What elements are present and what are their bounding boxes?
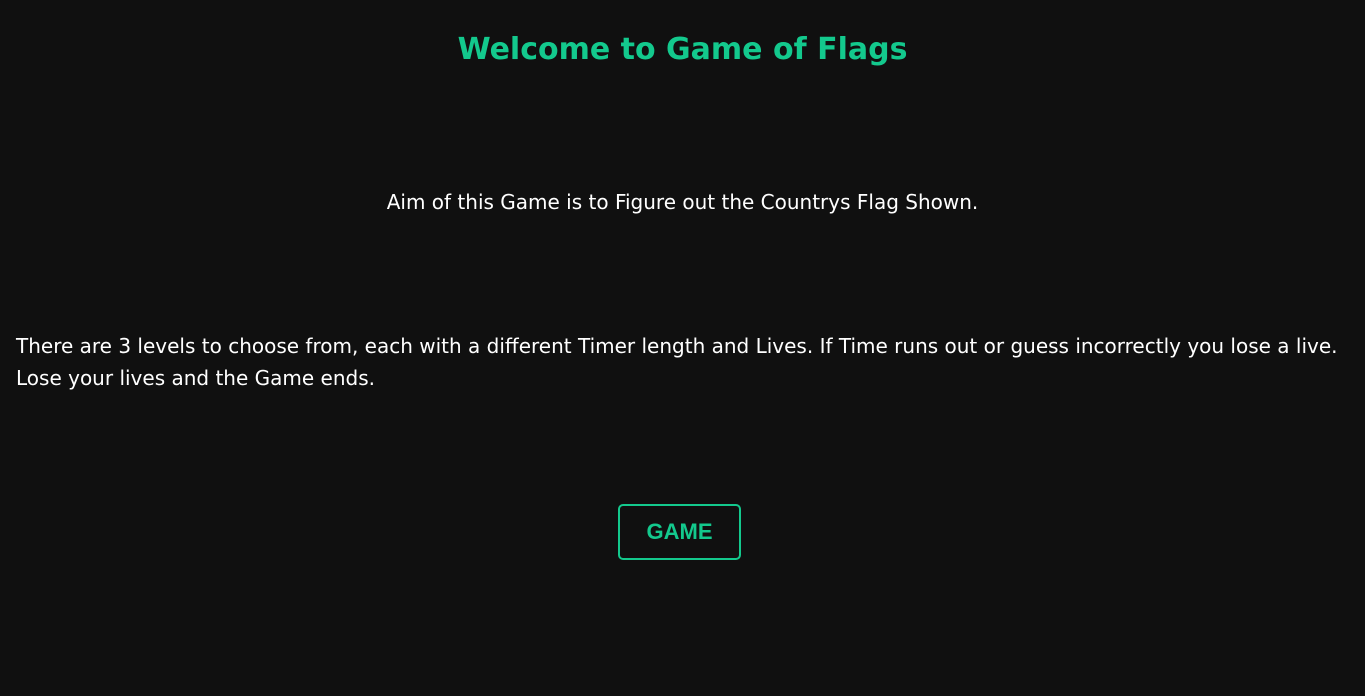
game-button[interactable]: GAME — [618, 504, 741, 560]
page-title: Welcome to Game of Flags — [457, 32, 908, 67]
aim-description: Aim of this Game is to Figure out the Co… — [386, 190, 979, 214]
levels-description-line-1: There are 3 levels to choose from, each … — [16, 334, 1338, 358]
levels-description: There are 3 levels to choose from, each … — [16, 330, 1349, 394]
levels-description-line-2: Lose your lives and the Game ends. — [16, 366, 375, 390]
